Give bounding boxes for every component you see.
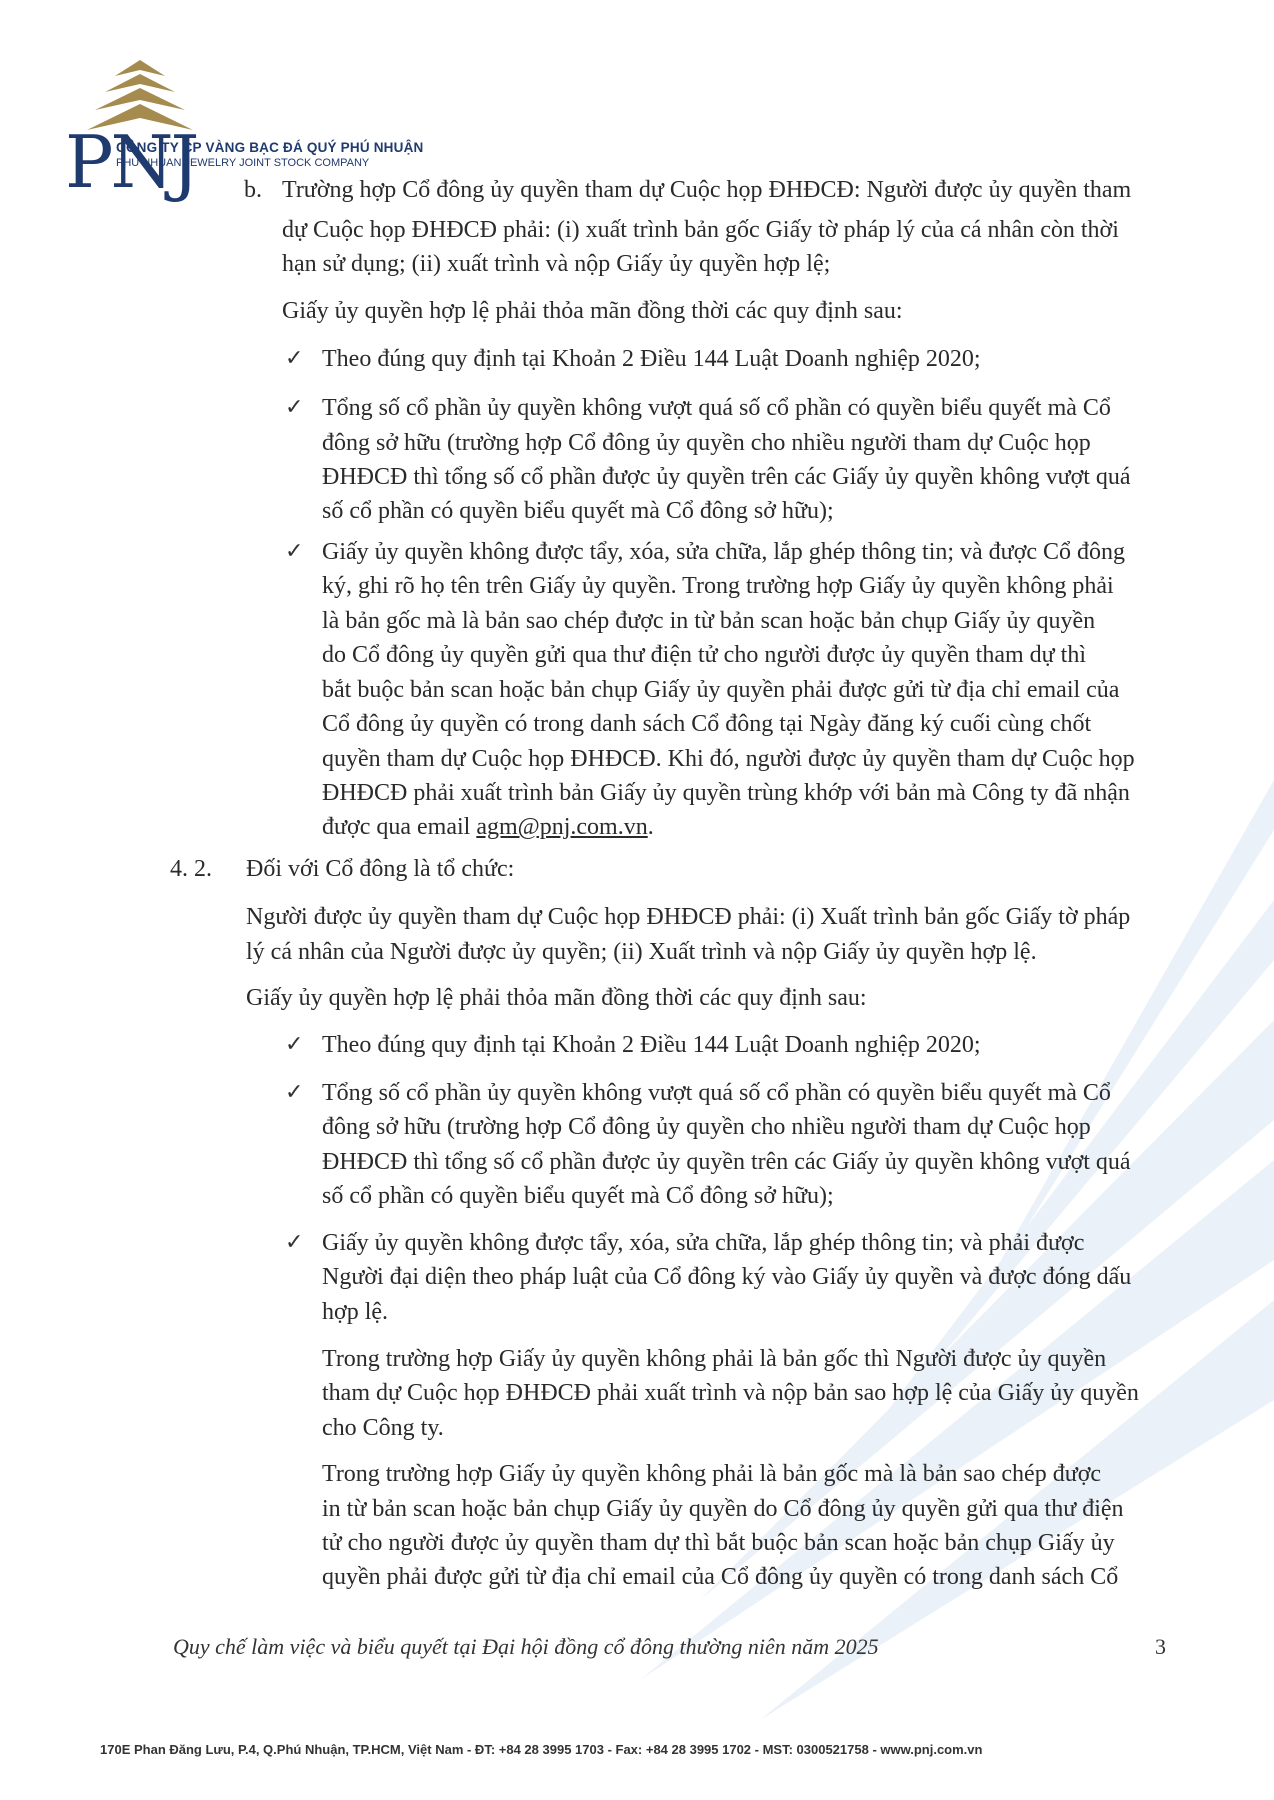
section-42-intro: Giấy ủy quyền hợp lệ phải thỏa mãn đồng … [246,985,867,1011]
section-heading: Đối với Cổ đông là tổ chức: [246,856,515,882]
section-b-line: dự Cuộc họp ĐHĐCĐ phải: (i) xuất trình b… [282,217,1119,243]
bullet-line: Theo đúng quy định tại Khoản 2 Điều 144 … [322,346,981,372]
paragraph-line: quyền phải được gửi từ địa chỉ email của… [322,1564,1119,1590]
bullet-line: hợp lệ. [322,1299,389,1325]
email-prefix: được qua email [322,814,477,840]
bullet-line: số cổ phần có quyền biểu quyết mà Cổ đôn… [322,1183,834,1209]
bullet-line: Tổng số cổ phần ủy quyền không vượt quá … [322,1080,1111,1106]
bullet-line: bắt buộc bản scan hoặc bản chụp Giấy ủy … [322,677,1120,703]
paragraph-line: Trong trường hợp Giấy ủy quyền không phả… [322,1346,1107,1372]
bullet-line: đông sở hữu (trường hợp Cổ đông ủy quyền… [322,430,1091,456]
bullet-line-email: được qua email agm@pnj.com.vn. [322,812,654,842]
email-suffix: . [647,814,654,840]
check-icon: ✓ [285,346,304,371]
paragraph-line: tham dự Cuộc họp ĐHĐCĐ phải xuất trình v… [322,1380,1139,1406]
check-icon: ✓ [285,1032,304,1057]
email-link[interactable]: agm@pnj.com.vn [476,814,647,840]
paragraph-line: Người được ủy quyền tham dự Cuộc họp ĐHĐ… [246,904,1131,930]
bullet-line: Cổ đông ủy quyền có trong danh sách Cổ đ… [322,711,1092,737]
bullet-line: ký, ghi rõ họ tên trên Giấy ủy quyền. Tr… [322,573,1114,599]
check-icon: ✓ [285,1080,304,1105]
bullet-line: do Cổ đông ủy quyền gửi qua thư điện tử … [322,642,1087,668]
section-b-label: b. [244,177,262,203]
bullet-line: Giấy ủy quyền không được tẩy, xóa, sửa c… [322,1230,1085,1256]
section-b-line: Trường hợp Cổ đông ủy quyền tham dự Cuộc… [282,177,1132,203]
bullet-line: đông sở hữu (trường hợp Cổ đông ủy quyền… [322,1114,1091,1140]
paragraph-line: Trong trường hợp Giấy ủy quyền không phả… [322,1461,1102,1487]
page-number: 3 [1155,1634,1166,1659]
bullet-line: quyền tham dự Cuộc họp ĐHĐCĐ. Khi đó, ng… [322,746,1135,772]
check-icon: ✓ [285,1230,304,1255]
bullet-line: ĐHĐCĐ thì tổng số cổ phần được ủy quyền … [322,464,1131,490]
bullet-line: là bản gốc mà là bản sao chép được in từ… [322,608,1096,634]
bullet-line: số cổ phần có quyền biểu quyết mà Cổ đôn… [322,498,834,524]
section-number: 4. 2. [170,856,212,882]
logo-text: PNJ [65,120,199,204]
paragraph-line: cho Công ty. [322,1415,444,1441]
paragraph-line: in từ bản scan hoặc bản chụp Giấy ủy quy… [322,1496,1124,1522]
bullet-line: ĐHĐCĐ phải xuất trình bản Giấy ủy quyền … [322,780,1130,806]
check-icon: ✓ [285,395,304,420]
section-b-line: hạn sử dụng; (ii) xuất trình và nộp Giấy… [282,251,831,277]
footer-address: 170E Phan Đăng Lưu, P.4, Q.Phú Nhuận, TP… [100,1742,983,1757]
footer-title: Quy chế làm việc và biểu quyết tại Đại h… [173,1634,879,1659]
check-icon: ✓ [285,539,304,564]
bullet-line: Người đại diện theo pháp luật của Cổ đôn… [322,1264,1132,1290]
section-b-intro: Giấy ủy quyền hợp lệ phải thỏa mãn đồng … [282,298,903,324]
paragraph-line: tử cho người được ủy quyền tham dự thì b… [322,1530,1115,1556]
bullet-line: ĐHĐCĐ thì tổng số cổ phần được ủy quyền … [322,1149,1131,1175]
bullet-line: Theo đúng quy định tại Khoản 2 Điều 144 … [322,1032,981,1058]
paragraph-line: lý cá nhân của Người được ủy quyền; (ii)… [246,939,1037,965]
bullet-line: Tổng số cổ phần ủy quyền không vượt quá … [322,395,1111,421]
bullet-line: Giấy ủy quyền không được tẩy, xóa, sửa c… [322,539,1126,565]
